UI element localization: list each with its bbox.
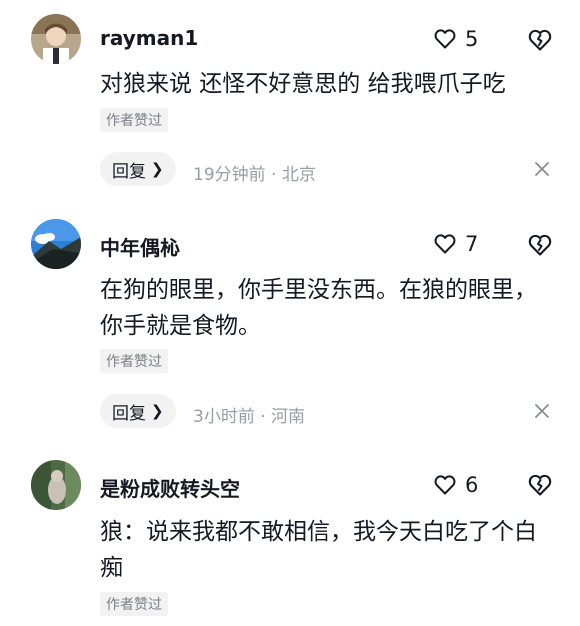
username[interactable]: 中年偶杺 — [100, 232, 180, 261]
comment-item: 中年偶杺 7 在狗的眼里，你手里没东西。在狼的眼里，你手就是食物。 作者赞过 回… — [0, 200, 580, 440]
heart-icon — [434, 29, 456, 49]
comment-meta: 19分钟前 · 北京 — [193, 165, 316, 185]
like-button[interactable]: 5 — [433, 27, 478, 51]
heart-icon — [434, 475, 456, 495]
reply-button[interactable]: 回复 ❯ — [100, 152, 176, 186]
broken-heart-icon[interactable] — [527, 27, 553, 53]
broken-heart-icon[interactable] — [527, 232, 553, 258]
avatar[interactable] — [31, 219, 81, 269]
comment-text: 狼：说来我都不敢相信，我今天白吃了个白痴 — [100, 519, 537, 581]
comment-item: 是粉成败转头空 6 狼：说来我都不敢相信，我今天白吃了个白痴 作者赞过 — [0, 440, 580, 626]
like-count: 7 — [465, 232, 479, 256]
reply-button[interactable]: 回复 ❯ — [100, 394, 176, 428]
reply-label: 回复 — [112, 161, 146, 182]
chevron-right-icon: ❯ — [151, 402, 164, 420]
like-count: 6 — [465, 473, 479, 497]
comment-text: 在狗的眼里，你手里没东西。在狼的眼里，你手就是食物。 — [100, 277, 537, 339]
comment-item: rayman1 5 对狼来说 还怪不好意思的 给我喂爪子吃 作者赞过 回复 ❯ … — [0, 0, 580, 200]
author-liked-badge: 作者赞过 — [100, 592, 168, 616]
chevron-right-icon: ❯ — [151, 160, 164, 178]
broken-heart-icon[interactable] — [527, 472, 553, 498]
heart-icon — [434, 234, 456, 254]
like-button[interactable]: 6 — [433, 473, 478, 497]
avatar[interactable] — [31, 460, 81, 510]
username[interactable]: 是粉成败转头空 — [100, 473, 240, 502]
close-icon[interactable] — [534, 161, 550, 177]
author-liked-badge: 作者赞过 — [100, 108, 168, 132]
comment-text: 对狼来说 还怪不好意思的 给我喂爪子吃 — [100, 71, 506, 97]
reply-label: 回复 — [112, 403, 146, 424]
like-button[interactable]: 7 — [433, 232, 478, 256]
username[interactable]: rayman1 — [100, 26, 198, 50]
comment-meta: 3小时前 · 河南 — [193, 407, 306, 427]
like-count: 5 — [465, 27, 479, 51]
avatar[interactable] — [31, 14, 81, 64]
close-icon[interactable] — [534, 403, 550, 419]
author-liked-badge: 作者赞过 — [100, 349, 168, 373]
